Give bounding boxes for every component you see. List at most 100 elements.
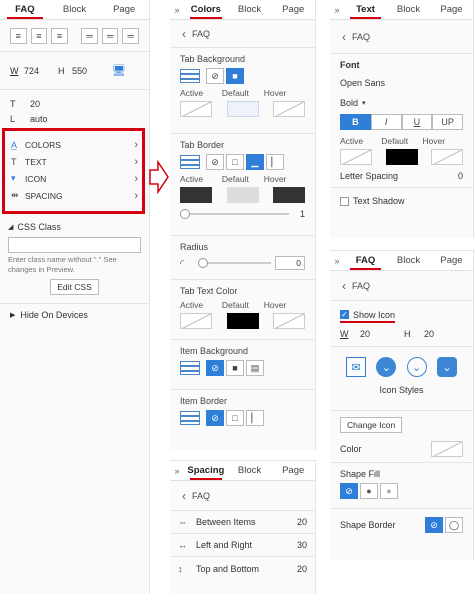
tab-block[interactable]: Block: [387, 4, 430, 15]
double-chevron-icon[interactable]: »: [170, 5, 184, 15]
double-chevron-icon[interactable]: »: [170, 466, 184, 476]
back-button[interactable]: ‹ FAQ: [330, 271, 473, 301]
border-width-slider[interactable]: [180, 209, 289, 219]
hide-on-devices[interactable]: ▶ Hide On Devices: [0, 304, 149, 326]
solid-fill-icon[interactable]: ■: [226, 360, 244, 376]
bold-button[interactable]: B: [340, 114, 371, 130]
caret-down-icon[interactable]: ◢: [8, 223, 13, 231]
align-right-icon[interactable]: ≡: [51, 28, 68, 44]
uppercase-button[interactable]: UP: [432, 114, 463, 130]
menu-spacing[interactable]: ⇹ SPACING ›: [11, 187, 138, 204]
active-border-swatch[interactable]: [180, 187, 212, 203]
spacing-between-items[interactable]: ⇔ Between Items 20: [170, 511, 315, 534]
border-none-icon[interactable]: ⊘: [206, 410, 224, 426]
tab-faq[interactable]: FAQ: [0, 4, 50, 19]
none-fill-icon[interactable]: ⊘: [206, 360, 224, 376]
gradient-fill-icon[interactable]: ▤: [246, 360, 264, 376]
double-chevron-icon[interactable]: »: [330, 5, 344, 15]
shape-fill-gradient-icon[interactable]: ●: [380, 483, 398, 499]
font-weight-select[interactable]: Bold: [340, 98, 358, 108]
tab-page[interactable]: Page: [99, 4, 149, 15]
change-icon-button[interactable]: Change Icon: [340, 417, 403, 433]
border-bottom-icon[interactable]: ▁: [246, 154, 264, 170]
letter-spacing-value[interactable]: 0: [458, 171, 463, 181]
radius-input[interactable]: 0: [275, 256, 305, 270]
edit-css-button[interactable]: Edit CSS: [50, 279, 99, 295]
back-button[interactable]: ‹ FAQ: [170, 481, 315, 511]
l-value[interactable]: auto: [30, 114, 48, 124]
shape-fill-solid-icon[interactable]: ●: [360, 483, 378, 499]
w-value[interactable]: 20: [360, 329, 404, 339]
active-text-swatch[interactable]: [180, 313, 212, 329]
align-center-icon[interactable]: ≡: [30, 28, 48, 44]
tab-page[interactable]: Page: [271, 465, 315, 476]
tab-page[interactable]: Page: [430, 255, 473, 266]
border-left-icon[interactable]: ▏: [266, 154, 284, 170]
tab-block[interactable]: Block: [228, 465, 272, 476]
hover-text-swatch[interactable]: [273, 313, 305, 329]
square-filled-style-icon[interactable]: ⌄: [436, 357, 457, 377]
tab-page[interactable]: Page: [271, 4, 315, 15]
show-icon-checkbox[interactable]: ✓: [340, 310, 349, 319]
envelope-style-icon[interactable]: ✉: [346, 357, 366, 377]
font-family-select[interactable]: Open Sans: [340, 78, 463, 88]
menu-icon[interactable]: ▾ ICON ›: [11, 170, 138, 187]
circle-outline-style-icon[interactable]: ⌄: [406, 357, 427, 377]
default-border-swatch[interactable]: [226, 187, 259, 203]
default-color-swatch[interactable]: [385, 149, 418, 165]
width-value[interactable]: 724: [24, 66, 58, 76]
circle-filled-style-icon[interactable]: ⌄: [376, 357, 397, 377]
h-value[interactable]: 20: [424, 329, 434, 339]
menu-text[interactable]: T TEXT ›: [11, 153, 138, 170]
tab-colors[interactable]: Colors: [184, 4, 228, 19]
back-button[interactable]: ‹ FAQ: [170, 20, 315, 48]
change-icon-section: Change Icon Color: [330, 411, 473, 463]
border-none-icon[interactable]: ⊘: [206, 154, 224, 170]
height-label: H: [58, 65, 65, 76]
hover-border-swatch[interactable]: [273, 187, 305, 203]
hover-bg-swatch[interactable]: [273, 101, 305, 117]
radius-slider[interactable]: [198, 258, 271, 268]
arrow-right-icon: [149, 159, 169, 195]
border-left-icon[interactable]: ▏: [246, 410, 264, 426]
valign-middle-icon[interactable]: ═: [101, 28, 119, 44]
text-shadow-checkbox[interactable]: [340, 196, 349, 206]
desktop-icon[interactable]: 🖥: [112, 64, 126, 77]
active-bg-swatch[interactable]: [180, 101, 212, 117]
shape-border-none-icon[interactable]: ⊘: [425, 517, 443, 533]
spacing-left-right[interactable]: ↔ Left and Right 30: [170, 534, 315, 557]
default-text-swatch[interactable]: [226, 313, 259, 329]
spacing-panel: » Spacing Block Page ‹ FAQ ⇔ Between Items…: [170, 460, 316, 594]
tab-block[interactable]: Block: [50, 4, 100, 15]
icon-color-swatch[interactable]: [431, 441, 463, 457]
shape-border-circle-icon[interactable]: ◯: [445, 517, 463, 533]
italic-button[interactable]: I: [370, 114, 402, 130]
tab-spacing[interactable]: Spacing: [184, 465, 228, 480]
text-shadow-toggle[interactable]: Text Shadow: [330, 187, 473, 214]
valign-bottom-icon[interactable]: ═: [122, 28, 140, 44]
active-color-swatch[interactable]: [340, 149, 372, 165]
css-class-input[interactable]: [8, 237, 141, 253]
tab-text[interactable]: Text: [344, 4, 387, 19]
none-fill-icon[interactable]: ⊘: [206, 68, 224, 84]
underline-button[interactable]: U: [401, 114, 433, 130]
back-button[interactable]: ‹ FAQ: [330, 20, 473, 54]
solid-fill-icon[interactable]: ■: [226, 68, 244, 84]
double-chevron-icon[interactable]: »: [330, 256, 344, 266]
height-value[interactable]: 550: [72, 66, 112, 76]
valign-top-icon[interactable]: ═: [81, 28, 98, 44]
tab-block[interactable]: Block: [387, 255, 430, 266]
tab-page[interactable]: Page: [430, 4, 473, 15]
tab-faq[interactable]: FAQ: [344, 255, 387, 270]
border-all-icon[interactable]: □: [226, 410, 244, 426]
menu-colors[interactable]: A̲ COLORS ›: [11, 136, 138, 153]
border-all-icon[interactable]: □: [226, 154, 244, 170]
hover-color-swatch[interactable]: [431, 149, 463, 165]
spacing-top-bottom[interactable]: ↕ Top and Bottom 20: [170, 557, 315, 580]
colors-icon: A̲: [11, 139, 18, 150]
shape-fill-none-icon[interactable]: ⊘: [340, 483, 358, 499]
tab-block[interactable]: Block: [228, 4, 272, 15]
default-bg-swatch[interactable]: [226, 101, 259, 117]
t-value[interactable]: 20: [30, 99, 40, 109]
align-left-icon[interactable]: ≡: [10, 28, 27, 44]
